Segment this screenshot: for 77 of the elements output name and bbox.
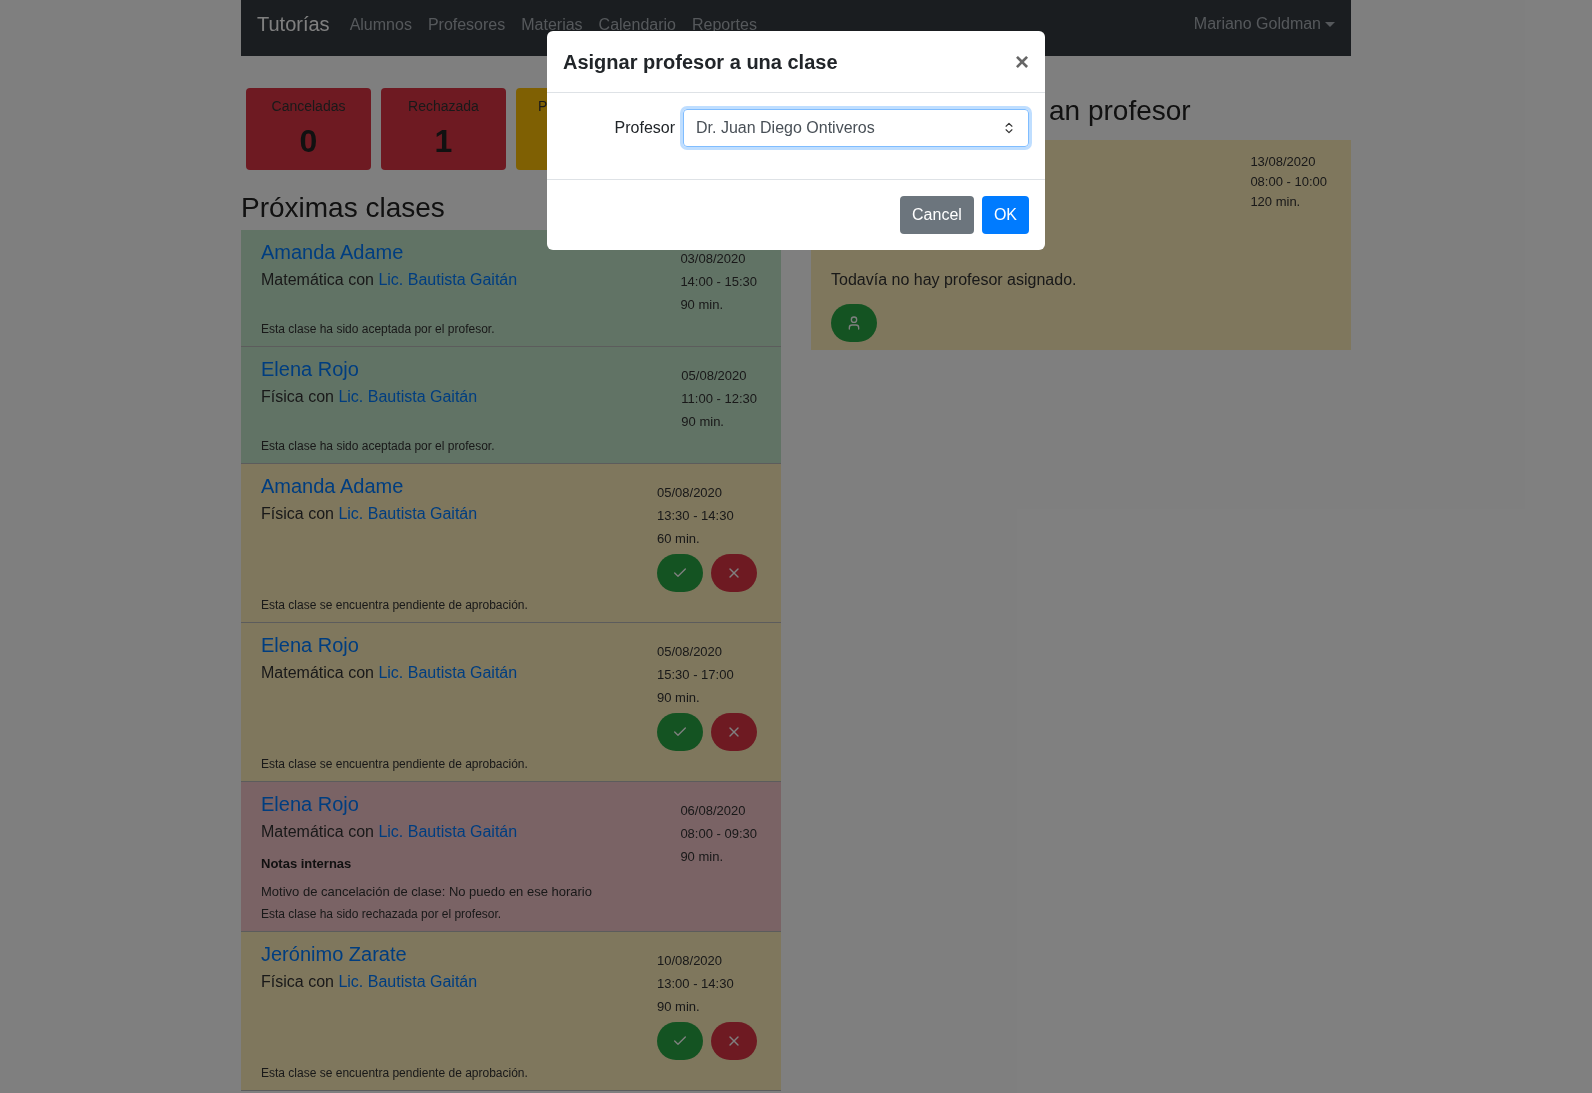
caret-icon [1325, 21, 1335, 27]
stat-value: 0 [299, 122, 318, 161]
reject-button[interactable] [711, 713, 757, 751]
subject-text: Matemática con Lic. Bautista Gaitán [261, 270, 518, 290]
class-duration: 90 min. [681, 413, 725, 431]
class-duration: 90 min. [657, 998, 701, 1016]
class-duration: 90 min. [680, 296, 724, 314]
nav-link[interactable]: Alumnos [349, 16, 412, 34]
modal-button[interactable]: Cancel [900, 196, 974, 234]
subject-text: Física con Lic. Bautista Gaitán [261, 504, 478, 524]
class-time: 08:00 - 10:00 [1250, 173, 1327, 191]
user-menu[interactable]: Mariano Goldman [1193, 12, 1335, 36]
class-date: 06/08/2020 [680, 802, 747, 820]
accept-button[interactable] [657, 554, 703, 592]
class-time: 13:00 - 14:30 [657, 975, 735, 993]
stat-label: Canceladas [271, 97, 346, 116]
class-date: 10/08/2020 [657, 952, 724, 970]
user-icon [846, 315, 862, 331]
class-date: 05/08/2020 [681, 367, 748, 385]
class-time: 15:30 - 17:00 [657, 666, 735, 684]
stat-label: Rechazada [408, 97, 479, 116]
class-date: 05/08/2020 [657, 643, 724, 661]
notes-title: Notas internas [261, 855, 353, 873]
brand-link[interactable]: Tutorías [257, 12, 330, 36]
nav-link[interactable]: Calendario [598, 16, 676, 34]
status-message: Esta clase ha sido aceptada por el profesor. [261, 438, 496, 455]
class-duration: 90 min. [657, 689, 701, 707]
class-date: 03/08/2020 [680, 250, 747, 268]
class-time: 08:00 - 09:30 [680, 825, 757, 843]
class-duration: 60 min. [657, 530, 701, 548]
student-link[interactable]: Jerónimo Zarate [261, 940, 407, 968]
field-label: Profesor [613, 118, 676, 138]
class-date: 05/08/2020 [657, 484, 724, 502]
close-button[interactable]: × [1015, 49, 1029, 74]
notes-text: Motivo de cancelación de clase: No puedo en ese horario [261, 882, 592, 901]
status-message: Esta clase ha sido rechazada por el profesor. [261, 906, 503, 923]
teacher-link[interactable]: Lic. Bautista Gaitán [378, 823, 518, 840]
student-link[interactable]: Elena Rojo [261, 790, 359, 818]
nav-link[interactable]: Materias [521, 16, 583, 34]
teacher-link[interactable]: Lic. Bautista Gaitán [378, 271, 518, 288]
teacher-link[interactable]: Lic. Bautista Gaitán [378, 664, 518, 681]
teacher-link[interactable]: Lic. Bautista Gaitán [338, 505, 478, 522]
nav-link[interactable]: Profesores [427, 16, 506, 34]
class-duration: 120 min. [1250, 193, 1302, 211]
student-link[interactable]: Amanda Adame [261, 472, 404, 500]
subject-text: Física con Lic. Bautista Gaitán [261, 972, 478, 992]
reject-button[interactable] [711, 1022, 757, 1060]
assign-teacher-button[interactable] [831, 304, 877, 342]
subject-text: Matemática con Lic. Bautista Gaitán [261, 822, 519, 842]
teacher-link[interactable]: Lic. Bautista Gaitán [338, 388, 478, 405]
nav-link[interactable]: Reportes [692, 16, 757, 34]
section-title: Próximas clases [241, 191, 446, 225]
class-time: 13:30 - 14:30 [657, 507, 735, 525]
stat-label: P [538, 97, 548, 116]
teacher-link[interactable]: Lic. Bautista Gaitán [338, 973, 478, 990]
status-message: Esta clase ha sido aceptada por el profesor. [261, 321, 496, 338]
teacher-select[interactable]: Dr. Juan Diego Ontiveros [683, 109, 1029, 147]
accept-button[interactable] [657, 713, 703, 751]
subject-text: Matemática con Lic. Bautista Gaitán [261, 663, 518, 683]
student-link[interactable]: Elena Rojo [261, 355, 359, 383]
stat-value: 1 [434, 122, 453, 161]
status-message: Todavía no hay profesor asignado. [831, 270, 1078, 290]
modal-button[interactable]: OK [981, 196, 1029, 234]
modal-title: Asignar profesor a una clase [563, 49, 838, 75]
subject-text: Física con Lic. Bautista Gaitán [261, 387, 478, 407]
accept-button[interactable] [657, 1022, 703, 1060]
status-message: Esta clase se encuentra pendiente de aprobación. [261, 756, 529, 773]
class-time: 14:00 - 15:30 [680, 273, 757, 291]
class-duration: 90 min. [680, 848, 724, 866]
class-time: 11:00 - 12:30 [681, 390, 757, 408]
section-title: an profesor [1049, 94, 1191, 128]
status-message: Esta clase se encuentra pendiente de aprobación. [261, 1065, 529, 1082]
student-link[interactable]: Elena Rojo [261, 631, 359, 659]
class-date: 13/08/2020 [1250, 153, 1317, 171]
reject-button[interactable] [711, 554, 757, 592]
status-message: Esta clase se encuentra pendiente de aprobación. [261, 597, 529, 614]
student-link[interactable]: Amanda Adame [261, 238, 404, 266]
